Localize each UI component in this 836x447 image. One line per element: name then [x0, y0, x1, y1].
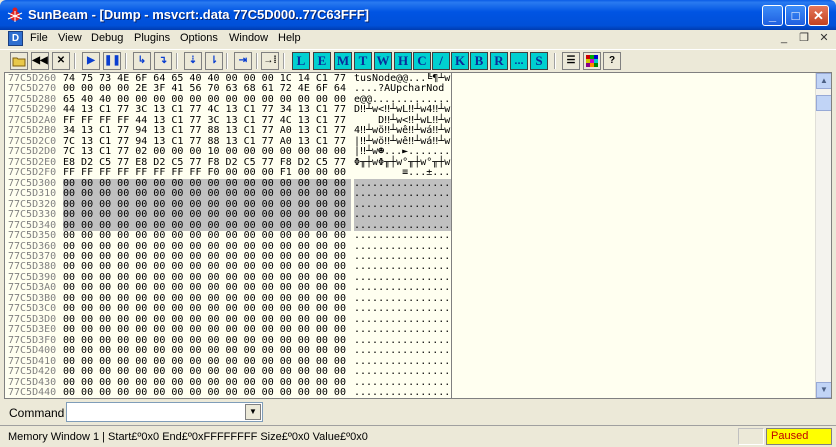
menu-options[interactable]: Options	[180, 32, 218, 44]
toolbar-separator	[125, 53, 127, 69]
window-title: SunBeam - [Dump - msvcrt:.data 77C5D000.…	[28, 7, 369, 22]
trace-over-icon[interactable]: ⇂	[205, 52, 223, 70]
step-into-icon[interactable]: ↳	[133, 52, 151, 70]
run-icon[interactable]: ▶	[82, 52, 100, 70]
column-divider	[451, 73, 452, 398]
toolbar: ◀◀ ✕ ▶ ❚❚ ↳ ↴ ⇣ ⇂ ⇥ →⁞ L E M T W H C / K…	[0, 49, 836, 71]
row-address: 77C5D440	[8, 387, 57, 399]
toolbar-separator	[176, 53, 178, 69]
dump-content[interactable]: 77C5D260 77C5D270 77C5D280 77C5D290 77C5D2A0…	[6, 73, 818, 399]
chevron-down-icon[interactable]: ▼	[245, 404, 261, 420]
log-window-button[interactable]: L	[292, 52, 310, 70]
row-address: 77C5D330	[8, 209, 57, 221]
mdi-close-button[interactable]: ✕	[816, 31, 832, 46]
scroll-up-icon[interactable]: ▲	[816, 73, 831, 89]
row-ascii[interactable]: ................	[354, 387, 452, 398]
menu-bar: D File View Debug Plugins Options Window…	[0, 30, 836, 48]
close-process-icon[interactable]: ✕	[52, 52, 70, 70]
row-ascii[interactable]: ................	[354, 209, 452, 221]
help-icon[interactable]: ?	[603, 52, 621, 70]
memory-map-button[interactable]: M	[334, 52, 352, 70]
toolbar-separator	[283, 53, 285, 69]
scroll-thumb[interactable]	[816, 95, 831, 111]
windows-button[interactable]: W	[374, 52, 392, 70]
color-grid-icon[interactable]	[583, 52, 601, 70]
menu-file[interactable]: File	[30, 32, 48, 44]
status-bar: Memory Window 1 | Start£º0x0 End£º0xFFFF…	[0, 425, 836, 447]
threads-button[interactable]: T	[354, 52, 372, 70]
toolbar-separator	[74, 53, 76, 69]
document-icon[interactable]: D	[8, 31, 23, 46]
toolbar-separator	[256, 53, 258, 69]
menu-window[interactable]: Window	[229, 32, 268, 44]
close-button[interactable]: ✕	[808, 5, 829, 26]
step-over-icon[interactable]: ↴	[154, 52, 172, 70]
cpu-button[interactable]: C	[413, 52, 431, 70]
pause-icon[interactable]: ❚❚	[103, 52, 121, 70]
maximize-button[interactable]: □	[785, 5, 806, 26]
menu-debug[interactable]: Debug	[91, 32, 123, 44]
patches-button[interactable]: /	[432, 52, 450, 70]
toolbar-separator	[226, 53, 228, 69]
vertical-scrollbar[interactable]: ▲ ▼	[815, 73, 831, 398]
minimize-button[interactable]: _	[762, 5, 783, 26]
restart-icon[interactable]: ◀◀	[31, 52, 49, 70]
command-label: Command	[9, 406, 65, 420]
menu-view[interactable]: View	[58, 32, 82, 44]
command-bar: Command ▼	[0, 400, 836, 424]
trace-into-icon[interactable]: ⇣	[184, 52, 202, 70]
mdi-restore-button[interactable]: ❐	[796, 31, 812, 46]
row-hex[interactable]: 00 00 00 00 00 00 00 00 00 00 00 00 00 0…	[63, 230, 351, 241]
status-panel	[738, 428, 764, 445]
source-button[interactable]: S	[530, 52, 548, 70]
references-button[interactable]: R	[490, 52, 508, 70]
executable-modules-button[interactable]: E	[313, 52, 331, 70]
execute-till-return-icon[interactable]: ⇥	[234, 52, 252, 70]
row-hex[interactable]: 00 00 00 00 00 00 00 00 00 00 00 00 00 0…	[63, 209, 351, 221]
menu-help[interactable]: Help	[278, 32, 301, 44]
handles-button[interactable]: H	[394, 52, 412, 70]
breakpoints-button[interactable]: B	[470, 52, 488, 70]
scroll-down-icon[interactable]: ▼	[816, 382, 831, 398]
list-view-icon[interactable]: ☰	[562, 52, 580, 70]
mdi-minimize-button[interactable]: _	[776, 31, 792, 46]
row-ascii[interactable]: ................	[354, 230, 452, 241]
title-bar[interactable]: SunBeam - [Dump - msvcrt:.data 77C5D000.…	[0, 0, 836, 30]
go-to-icon[interactable]: →⁞	[261, 52, 279, 70]
bug-icon	[7, 7, 23, 22]
menu-plugins[interactable]: Plugins	[134, 32, 170, 44]
status-text: Memory Window 1 | Start£º0x0 End£º0xFFFF…	[8, 431, 368, 443]
open-folder-icon[interactable]	[10, 52, 28, 70]
run-trace-button[interactable]: ...	[510, 52, 528, 70]
call-stack-button[interactable]: K	[451, 52, 469, 70]
status-badge: Paused	[766, 428, 832, 445]
memory-dump-pane[interactable]: 77C5D260 77C5D270 77C5D280 77C5D290 77C5D2A0…	[4, 72, 832, 399]
ascii-column[interactable]: tusNode@@...╚¶┴w ....?AUpcharNod e@@......…	[354, 73, 452, 398]
address-column: 77C5D260 77C5D270 77C5D280 77C5D290 77C5D2A0…	[8, 73, 64, 399]
command-input[interactable]: ▼	[66, 402, 263, 422]
row-hex[interactable]: 00 00 00 00 00 00 00 00 00 00 00 00 00 0…	[63, 387, 351, 398]
row-address: 77C5D350	[8, 230, 57, 242]
hex-column[interactable]: 74 75 73 4E 6F 64 65 40 40 00 00 00 1C 1…	[63, 73, 351, 398]
toolbar-separator	[554, 53, 556, 69]
